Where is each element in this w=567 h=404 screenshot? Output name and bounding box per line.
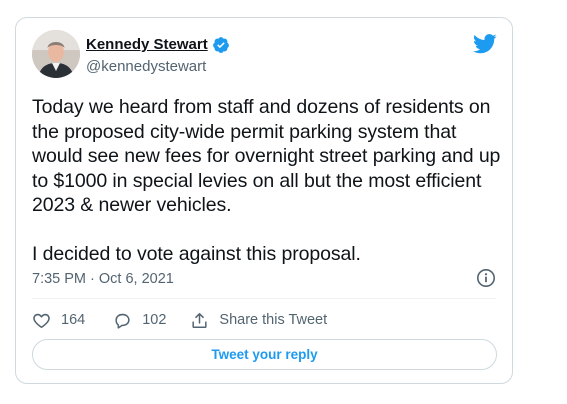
verified-badge-icon [212, 37, 229, 53]
reply-icon [115, 313, 130, 329]
share-icon [192, 312, 207, 328]
share-label: Share this Tweet [219, 312, 328, 328]
reply-count: 102 [142, 312, 167, 328]
info-icon[interactable] [476, 268, 496, 288]
author-display-name[interactable]: Kennedy Stewart [86, 36, 208, 54]
like-button[interactable]: 164 [32, 311, 85, 330]
author-name-row: Kennedy Stewart [86, 36, 230, 54]
tweet-card: Kennedy Stewart @kennedystewart Today we… [15, 17, 513, 384]
tweet-text: Today we heard from staff and dozens of … [32, 96, 501, 265]
heart-icon [33, 313, 50, 328]
avatar[interactable] [32, 30, 80, 78]
tweet-your-reply-button[interactable]: Tweet your reply [32, 339, 497, 370]
reply-count-button[interactable]: 102 [113, 311, 166, 330]
twitter-logo-icon[interactable] [473, 34, 497, 54]
tweet-timestamp[interactable]: 7:35 PM · Oct 6, 2021 [32, 270, 174, 288]
author-handle[interactable]: @kennedystewart [86, 58, 206, 76]
like-count: 164 [61, 312, 86, 328]
divider [32, 298, 496, 299]
tweet-actions: 164 102 Share this Tweet [32, 310, 327, 330]
share-button[interactable]: Share this Tweet [190, 311, 327, 330]
